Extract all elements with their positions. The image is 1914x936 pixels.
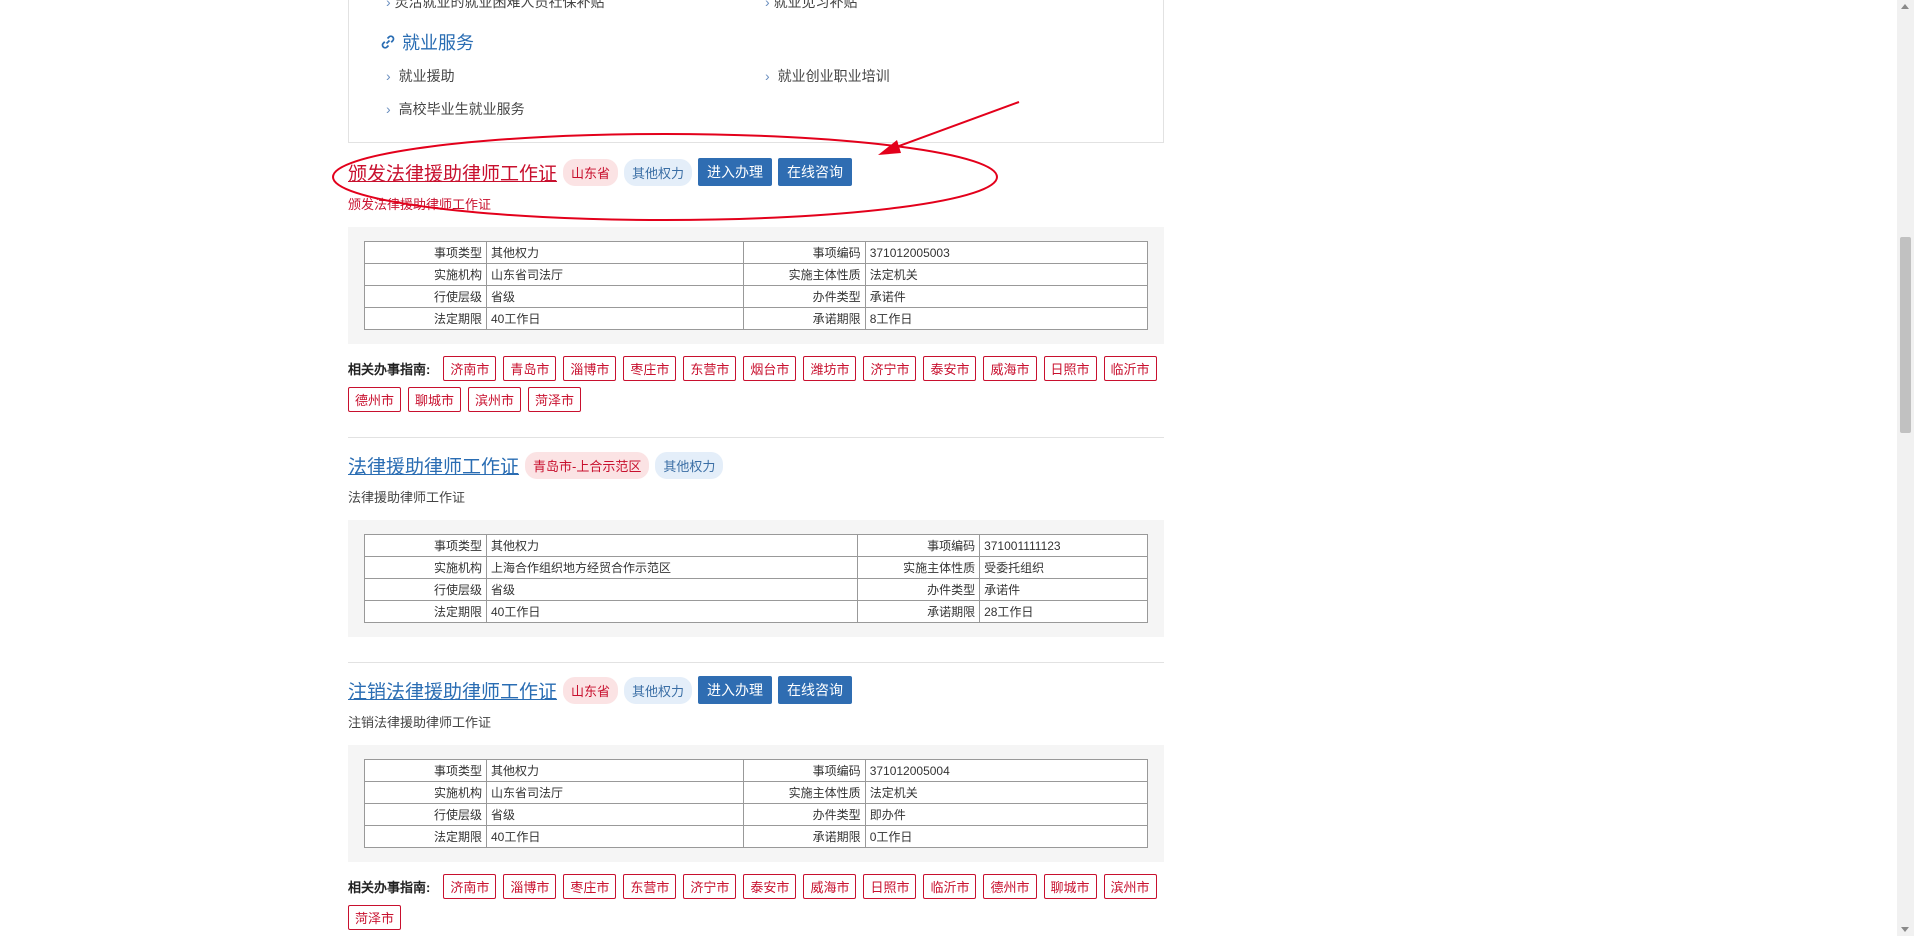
table-row: 实施机构 山东省司法厅 实施主体性质 法定机关: [364, 781, 1149, 804]
item-header: 颁发法律援助律师工作证 山东省 其他权力 进入办理 在线咨询: [348, 157, 1164, 187]
city-link-liaocheng[interactable]: 聊城市: [1043, 874, 1097, 899]
item-info-box: 事项类型 其他权力 事项编码 371012005004 实施机构 山东省司法厅 实施主…: [348, 745, 1164, 862]
item-info-table: 事项类型 其他权力 事项编码 371001111123 实施机构 上海合作组织地方经贸…: [364, 534, 1148, 623]
scrollbar-thumb[interactable]: [1900, 237, 1911, 433]
city-link-zibo[interactable]: 淄博市: [503, 874, 557, 899]
scroll-down-arrow-icon[interactable]: [1901, 927, 1909, 932]
item-card-2: 法律援助律师工作证 青岛市-上合示范区 其他权力 法律援助律师工作证 事项类型其…: [348, 450, 1164, 637]
divider: [348, 437, 1164, 438]
service-panel: [348, 0, 1164, 143]
city-link-heze[interactable]: 菏泽市: [348, 905, 402, 930]
table-row: 法定期限 40工作日 承诺期限 8工作日: [364, 307, 1149, 330]
power-type-tag: 其他权力: [624, 158, 693, 186]
table-row: 事项类型 其他权力 事项编码 371012005003: [364, 241, 1149, 264]
item-info-box: 事项类型 其他权力 事项编码 371012005003 实施机构 山东省司法厅 实施主…: [348, 227, 1164, 344]
city-link-rizhao[interactable]: 日照市: [1043, 356, 1097, 381]
power-type-tag: 其他权力: [624, 676, 693, 704]
item-card-3: 注销法律援助律师工作证 山东省 其他权力 进入办理 在线咨询 注销法律援助律师工…: [348, 675, 1164, 930]
city-link-linyi[interactable]: 临沂市: [923, 874, 977, 899]
enter-process-button[interactable]: 进入办理: [698, 158, 773, 186]
city-link-zibo[interactable]: 淄博市: [563, 356, 617, 381]
city-link-zaozhuang[interactable]: 枣庄市: [563, 874, 617, 899]
table-row: 实施机构 山东省司法厅 实施主体性质 法定机关: [364, 263, 1149, 286]
item-info-table: 事项类型 其他权力 事项编码 371012005004 实施机构 山东省司法厅 实施主…: [364, 759, 1149, 848]
city-link-taian[interactable]: 泰安市: [743, 874, 797, 899]
city-link-liaocheng[interactable]: 聊城市: [408, 387, 462, 412]
chevron-right-icon: ›: [386, 0, 391, 10]
city-link-heze[interactable]: 菏泽市: [528, 387, 582, 412]
table-row: 行使层级 省级 办件类型 承诺件: [364, 285, 1149, 308]
table-row: 事项类型 其他权力 事项编码 371001111123: [364, 534, 1148, 557]
item-subtitle: 颁发法律援助律师工作证: [348, 197, 492, 212]
item-header: 注销法律援助律师工作证 山东省 其他权力 进入办理 在线咨询: [348, 675, 1164, 705]
table-row: 事项类型 其他权力 事项编码 371012005004: [364, 759, 1149, 782]
city-link-dongying[interactable]: 东营市: [683, 356, 737, 381]
city-link-qingdao[interactable]: 青岛市: [503, 356, 557, 381]
enter-process-button[interactable]: 进入办理: [698, 676, 773, 704]
item-subtitle: 注销法律援助律师工作证: [348, 715, 492, 730]
power-type-tag: 其他权力: [655, 451, 724, 479]
scroll-up-arrow-icon[interactable]: [1901, 4, 1909, 9]
item-subtitle: 法律援助律师工作证: [348, 490, 466, 505]
city-link-zaozhuang[interactable]: 枣庄市: [623, 356, 677, 381]
online-consult-button[interactable]: 在线咨询: [778, 676, 853, 704]
city-link-weihai[interactable]: 威海市: [983, 356, 1037, 381]
related-guides: 相关办事指南: 济南市 淄博市 枣庄市 东营市 济宁市 泰安市 威海市 日照市 …: [348, 874, 1164, 930]
service-link-vocational-training[interactable]: › 就业创业职业培训: [765, 66, 890, 86]
city-link-weihai[interactable]: 威海市: [803, 874, 857, 899]
divider: [348, 662, 1164, 663]
item-header: 法律援助律师工作证 青岛市-上合示范区 其他权力: [348, 450, 1164, 480]
item-title-link[interactable]: 颁发法律援助律师工作证: [348, 159, 557, 186]
related-guides: 相关办事指南: 济南市 青岛市 淄博市 枣庄市 东营市 烟台市 潍坊市 济宁市 …: [348, 356, 1164, 412]
table-row: 行使层级 省级 办件类型 即办件: [364, 803, 1149, 826]
city-link-yantai[interactable]: 烟台市: [743, 356, 797, 381]
city-link-jining[interactable]: 济宁市: [683, 874, 737, 899]
city-link-binzhou[interactable]: 滨州市: [1103, 874, 1157, 899]
chevron-right-icon: ›: [386, 68, 391, 84]
city-link-binzhou[interactable]: 滨州市: [468, 387, 522, 412]
vertical-scrollbar[interactable]: [1897, 0, 1914, 936]
page: › 灵活就业的就业困难人员社保补贴 › 就业见习补贴 就业服务 › 就业援助 ›…: [0, 0, 1914, 936]
table-row: 法定期限 40工作日 承诺期限 28工作日: [364, 600, 1148, 623]
service-section-title: 就业服务: [380, 29, 474, 55]
city-link-weifang[interactable]: 潍坊市: [803, 356, 857, 381]
region-tag: 山东省: [563, 676, 619, 704]
city-link-dongying[interactable]: 东营市: [623, 874, 677, 899]
region-tag: 山东省: [563, 158, 619, 186]
chevron-right-icon: ›: [386, 101, 391, 117]
chevron-right-icon: ›: [765, 0, 770, 10]
service-link-cut-right[interactable]: › 就业见习补贴: [765, 0, 858, 12]
related-guides-label: 相关办事指南:: [348, 362, 431, 377]
city-link-jinan[interactable]: 济南市: [443, 356, 497, 381]
service-link-graduate-service[interactable]: › 高校毕业生就业服务: [386, 99, 525, 119]
city-link-jining[interactable]: 济宁市: [863, 356, 917, 381]
city-link-taian[interactable]: 泰安市: [923, 356, 977, 381]
service-link-cut-left[interactable]: › 灵活就业的就业困难人员社保补贴: [386, 0, 605, 12]
item-title-link[interactable]: 法律援助律师工作证: [348, 452, 519, 479]
item-info-box: 事项类型 其他权力 事项编码 371001111123 实施机构 上海合作组织地方经贸…: [348, 520, 1164, 637]
chevron-right-icon: ›: [765, 68, 770, 84]
item-title-link[interactable]: 注销法律援助律师工作证: [348, 677, 557, 704]
item-info-table: 事项类型 其他权力 事项编码 371012005003 实施机构 山东省司法厅 实施主…: [364, 241, 1149, 330]
service-link-employment-aid[interactable]: › 就业援助: [386, 66, 455, 86]
city-link-jinan[interactable]: 济南市: [443, 874, 497, 899]
city-link-rizhao[interactable]: 日照市: [863, 874, 917, 899]
online-consult-button[interactable]: 在线咨询: [778, 158, 853, 186]
item-card-1: 颁发法律援助律师工作证 山东省 其他权力 进入办理 在线咨询 颁发法律援助律师工…: [348, 157, 1164, 412]
related-guides-label: 相关办事指南:: [348, 880, 431, 895]
link-icon: [381, 35, 395, 49]
region-tag: 青岛市-上合示范区: [525, 451, 650, 479]
city-link-linyi[interactable]: 临沂市: [1103, 356, 1157, 381]
table-row: 法定期限 40工作日 承诺期限 0工作日: [364, 825, 1149, 848]
table-row: 实施机构 上海合作组织地方经贸合作示范区 实施主体性质 受委托组织: [364, 556, 1148, 579]
city-link-dezhou[interactable]: 德州市: [348, 387, 402, 412]
city-link-dezhou[interactable]: 德州市: [983, 874, 1037, 899]
table-row: 行使层级 省级 办件类型 承诺件: [364, 578, 1148, 601]
